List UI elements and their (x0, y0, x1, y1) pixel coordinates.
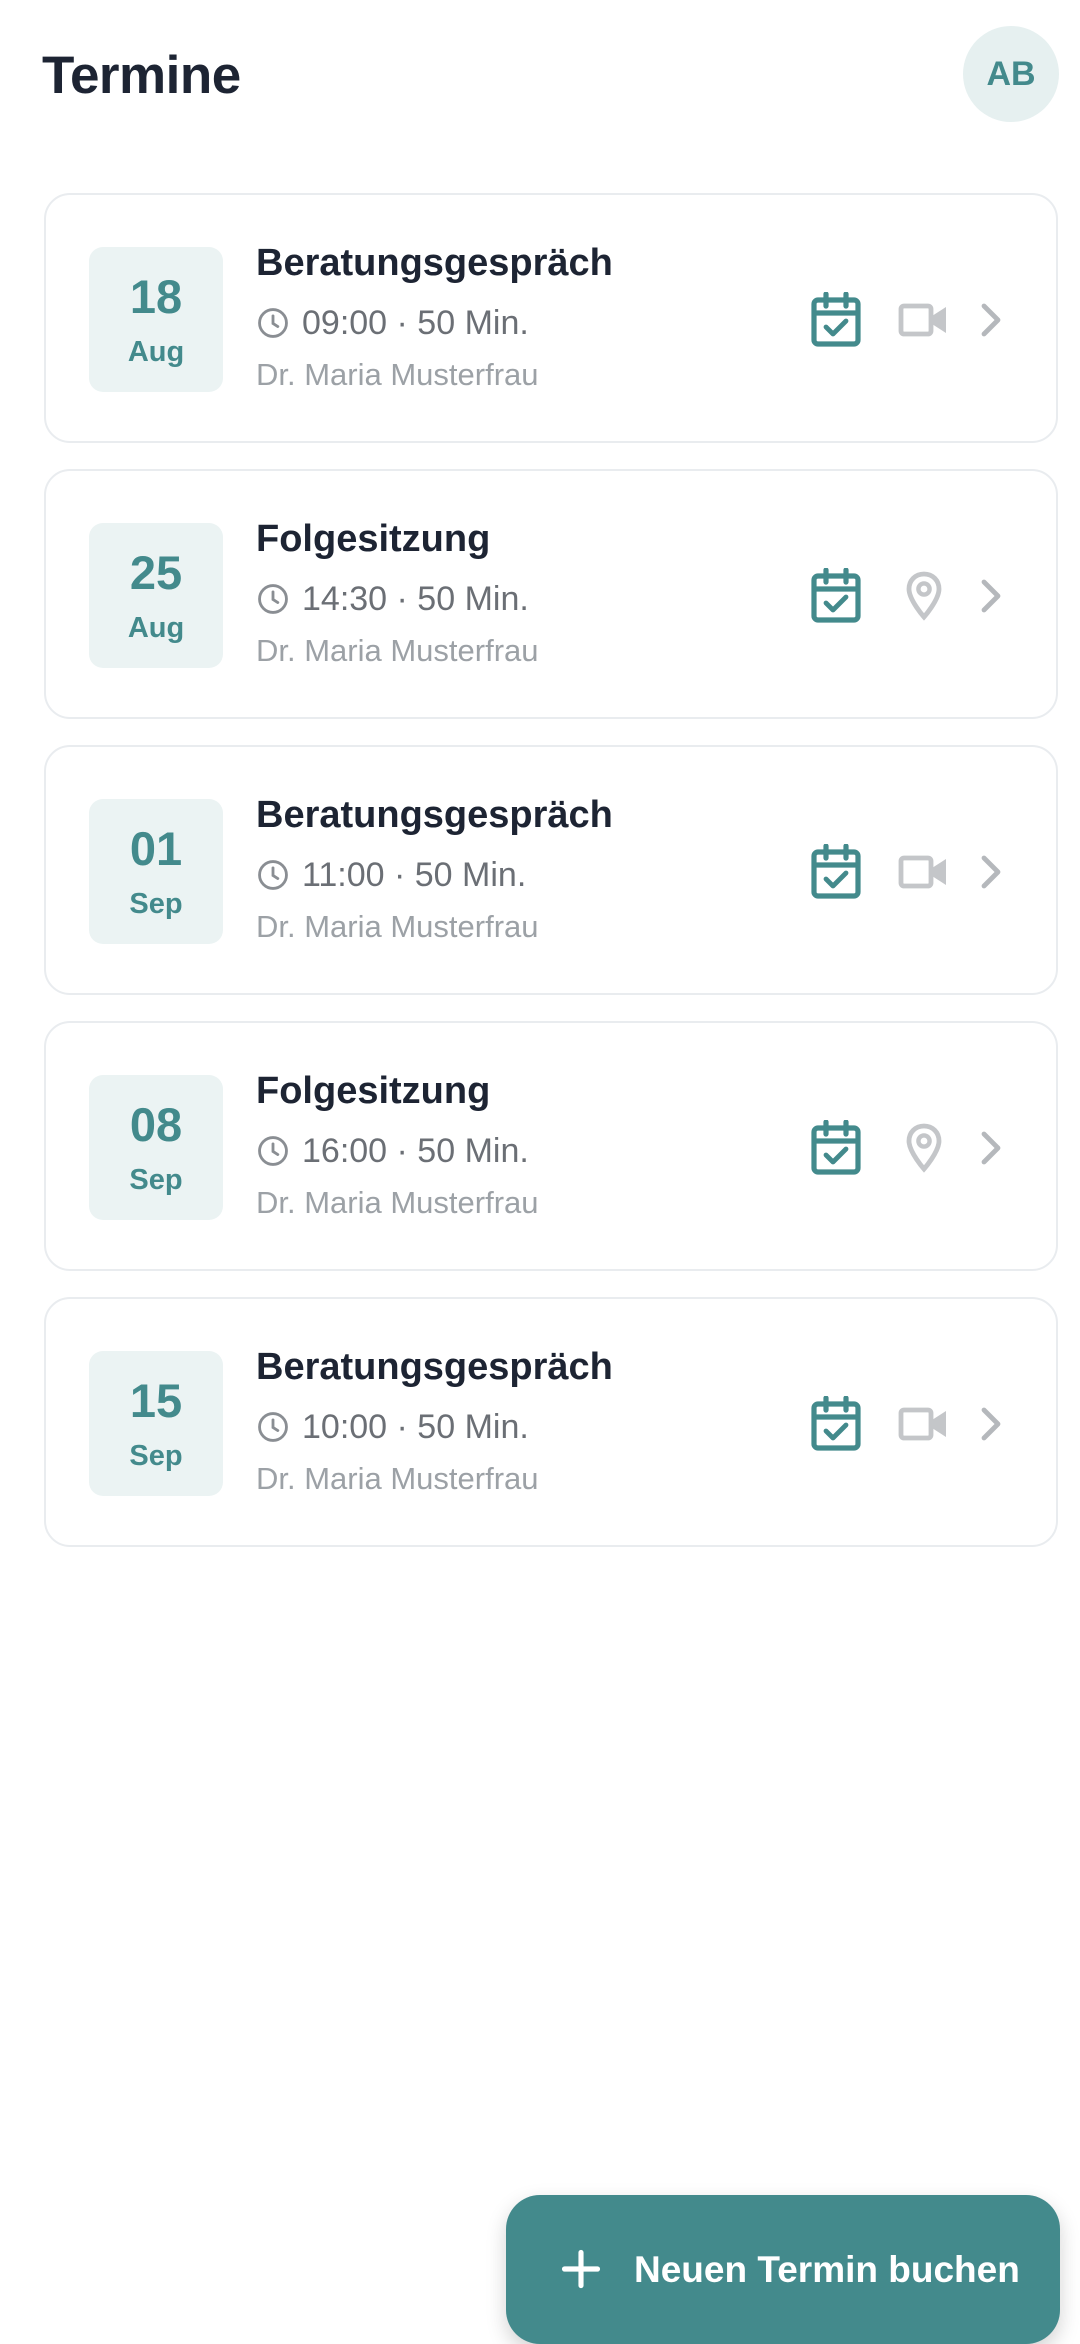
appointment-doctor: Dr. Maria Musterfrau (256, 357, 539, 392)
appointment-doctor: Dr. Maria Musterfrau (256, 1185, 539, 1220)
location-pin-icon (906, 1123, 942, 1173)
calendar-check-icon[interactable] (810, 1396, 862, 1452)
appointment-card[interactable]: 18 Aug Beratungsgespräch 09:00 · 50 Min.… (44, 193, 1058, 443)
appointment-doctor: Dr. Maria Musterfrau (256, 633, 539, 668)
appointment-doctor: Dr. Maria Musterfrau (256, 1461, 539, 1496)
video-camera-icon (898, 1407, 946, 1441)
chevron-right-icon[interactable] (976, 1402, 1006, 1446)
appointment-time-row: 14:30 · 50 Min. (256, 577, 529, 621)
chevron-right-icon[interactable] (976, 1126, 1006, 1170)
appointment-time: 16:00 · 50 Min. (302, 1131, 529, 1170)
chevron-right-icon[interactable] (976, 574, 1006, 618)
clock-icon (258, 1136, 288, 1166)
date-badge: 25 Aug (89, 523, 223, 668)
appointment-card[interactable]: 15 Sep Beratungsgespräch 10:00 · 50 Min.… (44, 1297, 1058, 1547)
appointment-title: Folgesitzung (256, 1070, 491, 1112)
calendar-check-icon[interactable] (810, 1120, 862, 1176)
chevron-right-icon[interactable] (976, 298, 1006, 342)
date-day: 01 (129, 822, 183, 875)
calendar-check-icon[interactable] (810, 568, 862, 624)
appointment-card[interactable]: 08 Sep Folgesitzung 16:00 · 50 Min. Dr. … (44, 1021, 1058, 1271)
date-month: Sep (129, 1440, 183, 1472)
appointment-doctor: Dr. Maria Musterfrau (256, 909, 539, 944)
location-pin-icon (906, 571, 942, 621)
calendar-check-icon[interactable] (810, 292, 862, 348)
clock-icon (258, 1412, 288, 1442)
appointment-time-row: 11:00 · 50 Min. (256, 853, 526, 897)
appointment-title: Folgesitzung (256, 518, 491, 560)
clock-icon (258, 584, 288, 614)
date-day: 08 (129, 1098, 183, 1151)
clock-icon (258, 308, 288, 338)
appointment-time: 10:00 · 50 Min. (302, 1407, 529, 1446)
appointment-title: Beratungsgespräch (256, 1346, 613, 1388)
appointment-time: 11:00 · 50 Min. (302, 855, 527, 894)
video-camera-icon (898, 855, 946, 889)
date-badge: 18 Aug (89, 247, 223, 392)
date-month: Sep (129, 1164, 183, 1196)
avatar[interactable]: AB (963, 26, 1059, 122)
video-camera-icon (898, 303, 946, 337)
appointment-title: Beratungsgespräch (256, 794, 613, 836)
date-month: Aug (127, 336, 185, 368)
appointment-time-row: 16:00 · 50 Min. (256, 1129, 529, 1173)
chevron-right-icon[interactable] (976, 850, 1006, 894)
date-day: 18 (129, 270, 183, 323)
clock-icon (258, 860, 288, 890)
date-badge: 08 Sep (89, 1075, 223, 1220)
book-appointment-label: Neuen Termin buchen (634, 2249, 1020, 2290)
appointment-time: 09:00 · 50 Min. (302, 303, 529, 342)
date-day: 15 (129, 1374, 183, 1427)
appointment-time-row: 10:00 · 50 Min. (256, 1405, 529, 1449)
appointment-time: 14:30 · 50 Min. (302, 579, 529, 618)
date-month: Sep (129, 888, 183, 920)
appointment-title: Beratungsgespräch (256, 242, 613, 284)
header: Termine AB (0, 0, 1080, 150)
plus-icon (561, 2249, 601, 2289)
date-day: 25 (129, 546, 183, 599)
appointment-time-row: 09:00 · 50 Min. (256, 301, 529, 345)
appointment-card[interactable]: 01 Sep Beratungsgespräch 11:00 · 50 Min.… (44, 745, 1058, 995)
date-month: Aug (127, 612, 185, 644)
date-badge: 15 Sep (89, 1351, 223, 1496)
appointment-card[interactable]: 25 Aug Folgesitzung 14:30 · 50 Min. Dr. … (44, 469, 1058, 719)
page-title: Termine (42, 46, 241, 105)
calendar-check-icon[interactable] (810, 844, 862, 900)
book-appointment-button[interactable]: Neuen Termin buchen (506, 2195, 1060, 2344)
date-badge: 01 Sep (89, 799, 223, 944)
